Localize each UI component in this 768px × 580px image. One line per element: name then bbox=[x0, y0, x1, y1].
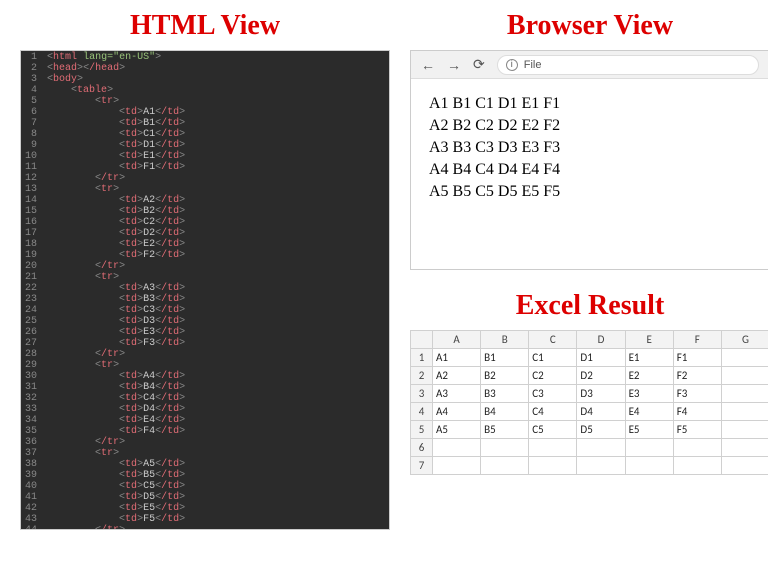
excel-col-header: F bbox=[673, 331, 721, 349]
browser-page: A1 B1 C1 D1 E1 F1A2 B2 C2 D2 E2 F2A3 B3 … bbox=[411, 79, 768, 217]
excel-cell[interactable]: B4 bbox=[481, 403, 529, 421]
excel-cell[interactable] bbox=[481, 457, 529, 475]
excel-cell[interactable] bbox=[625, 457, 673, 475]
excel-cell[interactable]: C5 bbox=[529, 421, 577, 439]
excel-cell[interactable]: A1 bbox=[433, 349, 481, 367]
excel-cell[interactable] bbox=[721, 439, 768, 457]
excel-cell[interactable]: D1 bbox=[577, 349, 625, 367]
reload-icon[interactable]: ⟳ bbox=[473, 56, 485, 73]
browser-panel: ← → ⟳ i File A1 B1 C1 D1 E1 F1A2 B2 C2 D… bbox=[410, 50, 768, 270]
url-box[interactable]: i File bbox=[497, 55, 759, 75]
excel-cell[interactable] bbox=[577, 439, 625, 457]
excel-sheet: ABCDEFG 1A1B1C1D1E1F12A2B2C2D2E2F23A3B3C… bbox=[410, 330, 768, 475]
browser-output-line: A1 B1 C1 D1 E1 F1 bbox=[429, 93, 751, 115]
excel-cell[interactable] bbox=[481, 439, 529, 457]
excel-cell[interactable]: E4 bbox=[625, 403, 673, 421]
excel-row-header: 4 bbox=[411, 403, 433, 421]
excel-body: 1A1B1C1D1E1F12A2B2C2D2E2F23A3B3C3D3E3F34… bbox=[411, 349, 768, 475]
excel-cell[interactable]: D5 bbox=[577, 421, 625, 439]
excel-cell[interactable]: D4 bbox=[577, 403, 625, 421]
excel-cell[interactable]: A5 bbox=[433, 421, 481, 439]
excel-cell[interactable]: D2 bbox=[577, 367, 625, 385]
excel-cell[interactable]: E2 bbox=[625, 367, 673, 385]
excel-col-header: D bbox=[577, 331, 625, 349]
excel-row-header: 3 bbox=[411, 385, 433, 403]
excel-col-header: E bbox=[625, 331, 673, 349]
browser-output-line: A4 B4 C4 D4 E4 F4 bbox=[429, 159, 751, 181]
html-view-title: HTML View bbox=[20, 10, 390, 42]
excel-row-header: 5 bbox=[411, 421, 433, 439]
excel-row-header: 6 bbox=[411, 439, 433, 457]
excel-cell[interactable] bbox=[721, 457, 768, 475]
excel-row: 3A3B3C3D3E3F3 bbox=[411, 385, 768, 403]
excel-cell[interactable]: C2 bbox=[529, 367, 577, 385]
excel-col-header: C bbox=[529, 331, 577, 349]
excel-cell[interactable] bbox=[529, 457, 577, 475]
browser-output-line: A5 B5 C5 D5 E5 F5 bbox=[429, 181, 751, 203]
code-gutter: 1 2 3 4 5 6 7 8 9 10 11 12 13 14 15 16 1… bbox=[21, 51, 43, 529]
excel-cell[interactable]: F5 bbox=[673, 421, 721, 439]
excel-cell[interactable] bbox=[721, 421, 768, 439]
excel-cell[interactable] bbox=[673, 457, 721, 475]
excel-cell[interactable] bbox=[721, 367, 768, 385]
excel-row: 1A1B1C1D1E1F1 bbox=[411, 349, 768, 367]
code-editor-panel: 1 2 3 4 5 6 7 8 9 10 11 12 13 14 15 16 1… bbox=[20, 50, 390, 530]
excel-cell[interactable] bbox=[673, 439, 721, 457]
excel-col-header: A bbox=[433, 331, 481, 349]
browser-output-line: A3 B3 C3 D3 E3 F3 bbox=[429, 137, 751, 159]
excel-cell[interactable]: E1 bbox=[625, 349, 673, 367]
excel-cell[interactable] bbox=[721, 349, 768, 367]
excel-panel: ABCDEFG 1A1B1C1D1E1F12A2B2C2D2E2F23A3B3C… bbox=[410, 330, 768, 530]
excel-cell[interactable]: A4 bbox=[433, 403, 481, 421]
excel-cell[interactable] bbox=[721, 385, 768, 403]
browser-output-line: A2 B2 C2 D2 E2 F2 bbox=[429, 115, 751, 137]
excel-row-header: 2 bbox=[411, 367, 433, 385]
browser-toolbar: ← → ⟳ i File bbox=[411, 51, 768, 79]
excel-cell[interactable] bbox=[721, 403, 768, 421]
excel-col-header: G bbox=[721, 331, 768, 349]
excel-cell[interactable] bbox=[625, 439, 673, 457]
excel-cell[interactable]: F4 bbox=[673, 403, 721, 421]
excel-cell[interactable]: B5 bbox=[481, 421, 529, 439]
excel-cell[interactable]: F1 bbox=[673, 349, 721, 367]
excel-cell[interactable] bbox=[433, 457, 481, 475]
excel-row-header: 7 bbox=[411, 457, 433, 475]
excel-row-header: 1 bbox=[411, 349, 433, 367]
url-label: File bbox=[524, 59, 542, 71]
excel-result-title: Excel Result bbox=[410, 290, 768, 322]
excel-cell[interactable]: F3 bbox=[673, 385, 721, 403]
excel-cell[interactable]: E5 bbox=[625, 421, 673, 439]
excel-cell[interactable] bbox=[433, 439, 481, 457]
excel-cell[interactable]: F2 bbox=[673, 367, 721, 385]
excel-col-header: B bbox=[481, 331, 529, 349]
excel-row: 6 bbox=[411, 439, 768, 457]
excel-header-row: ABCDEFG bbox=[411, 331, 768, 349]
excel-row: 5A5B5C5D5E5F5 bbox=[411, 421, 768, 439]
excel-row: 7 bbox=[411, 457, 768, 475]
excel-cell[interactable]: B2 bbox=[481, 367, 529, 385]
forward-icon[interactable]: → bbox=[447, 57, 461, 73]
excel-row: 2A2B2C2D2E2F2 bbox=[411, 367, 768, 385]
excel-cell[interactable]: A3 bbox=[433, 385, 481, 403]
excel-row: 4A4B4C4D4E4F4 bbox=[411, 403, 768, 421]
excel-cell[interactable]: C1 bbox=[529, 349, 577, 367]
excel-cell[interactable] bbox=[529, 439, 577, 457]
excel-cell[interactable]: B1 bbox=[481, 349, 529, 367]
excel-cell[interactable] bbox=[577, 457, 625, 475]
excel-cell[interactable]: B3 bbox=[481, 385, 529, 403]
info-icon: i bbox=[506, 59, 518, 71]
back-icon[interactable]: ← bbox=[421, 57, 435, 73]
browser-view-title: Browser View bbox=[410, 10, 768, 42]
excel-cell[interactable]: A2 bbox=[433, 367, 481, 385]
excel-cell[interactable]: E3 bbox=[625, 385, 673, 403]
excel-cell[interactable]: C4 bbox=[529, 403, 577, 421]
excel-corner-cell bbox=[411, 331, 433, 349]
code-body: <html lang="en-US"> <head></head> <body>… bbox=[43, 51, 189, 529]
excel-cell[interactable]: D3 bbox=[577, 385, 625, 403]
excel-cell[interactable]: C3 bbox=[529, 385, 577, 403]
